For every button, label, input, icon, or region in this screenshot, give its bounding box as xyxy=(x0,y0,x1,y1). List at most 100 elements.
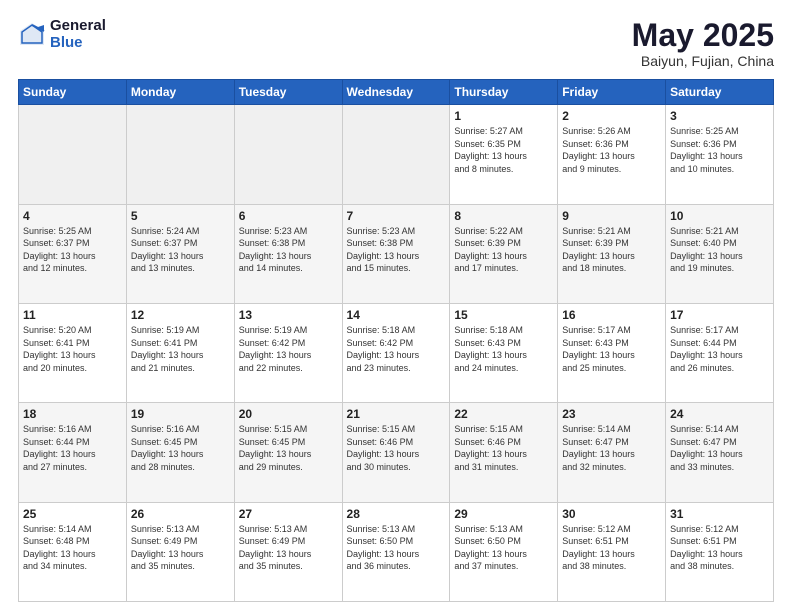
day-info: Sunrise: 5:23 AM Sunset: 6:38 PM Dayligh… xyxy=(239,225,338,275)
table-row: 9 Sunrise: 5:21 AM Sunset: 6:39 PM Daylig… xyxy=(558,204,666,303)
calendar-week-row: 4 Sunrise: 5:25 AM Sunset: 6:37 PM Daylig… xyxy=(19,204,774,303)
day-number: 14 xyxy=(347,308,446,322)
table-row: 19Sunrise: 5:16 AM Sunset: 6:45 PM Dayli… xyxy=(126,403,234,502)
day-info: Sunrise: 5:13 AM Sunset: 6:50 PM Dayligh… xyxy=(347,523,446,573)
day-number: 8 xyxy=(454,209,553,223)
table-row: 25 Sunrise: 5:14 AM Sunset: 6:48 PM Dayli… xyxy=(19,502,127,601)
title-block: May 2025 Baiyun, Fujian, China xyxy=(632,18,774,69)
table-row xyxy=(126,105,234,204)
table-row: 31 Sunrise: 5:12 AM Sunset: 6:51 PM Dayli… xyxy=(666,502,774,601)
table-row: 23Sunrise: 5:14 AM Sunset: 6:47 PM Dayli… xyxy=(558,403,666,502)
day-number: 30 xyxy=(562,507,661,521)
table-row: 3 Sunrise: 5:25 AM Sunset: 6:36 PM Daylig… xyxy=(666,105,774,204)
table-row: 13 Sunrise: 5:19 AM Sunset: 6:42 PM Dayli… xyxy=(234,303,342,402)
day-number: 10 xyxy=(670,209,769,223)
day-number: 1 xyxy=(454,109,553,123)
day-info: Sunrise: 5:20 AM Sunset: 6:41 PM Dayligh… xyxy=(23,324,122,374)
day-number: 11 xyxy=(23,308,122,322)
logo-text: General Blue xyxy=(50,18,106,51)
calendar-week-row: 11 Sunrise: 5:20 AM Sunset: 6:41 PM Dayli… xyxy=(19,303,774,402)
day-info: Sunrise: 5:21 AM Sunset: 6:40 PM Dayligh… xyxy=(670,225,769,275)
header-saturday: Saturday xyxy=(666,80,774,105)
day-info: Sunrise: 5:17 AM Sunset: 6:43 PM Dayligh… xyxy=(562,324,661,374)
table-row: 29Sunrise: 5:13 AM Sunset: 6:50 PM Dayli… xyxy=(450,502,558,601)
day-info: Sunrise: 5:14 AM Sunset: 6:47 PM Dayligh… xyxy=(562,423,661,473)
day-number: 18 xyxy=(23,407,122,421)
header-sunday: Sunday xyxy=(19,80,127,105)
day-number: 16 xyxy=(562,308,661,322)
day-number: 6 xyxy=(239,209,338,223)
day-info: Sunrise: 5:18 AM Sunset: 6:42 PM Dayligh… xyxy=(347,324,446,374)
calendar-week-row: 18 Sunrise: 5:16 AM Sunset: 6:44 PM Dayli… xyxy=(19,403,774,502)
day-number: 5 xyxy=(131,209,230,223)
day-number: 9 xyxy=(562,209,661,223)
table-row xyxy=(234,105,342,204)
day-info: Sunrise: 5:25 AM Sunset: 6:37 PM Dayligh… xyxy=(23,225,122,275)
day-info: Sunrise: 5:13 AM Sunset: 6:50 PM Dayligh… xyxy=(454,523,553,573)
day-number: 7 xyxy=(347,209,446,223)
logo: General Blue xyxy=(18,18,106,51)
table-row: 26Sunrise: 5:13 AM Sunset: 6:49 PM Dayli… xyxy=(126,502,234,601)
day-number: 17 xyxy=(670,308,769,322)
day-number: 19 xyxy=(131,407,230,421)
day-info: Sunrise: 5:14 AM Sunset: 6:47 PM Dayligh… xyxy=(670,423,769,473)
day-info: Sunrise: 5:18 AM Sunset: 6:43 PM Dayligh… xyxy=(454,324,553,374)
day-info: Sunrise: 5:14 AM Sunset: 6:48 PM Dayligh… xyxy=(23,523,122,573)
day-number: 4 xyxy=(23,209,122,223)
day-number: 13 xyxy=(239,308,338,322)
table-row: 6 Sunrise: 5:23 AM Sunset: 6:38 PM Daylig… xyxy=(234,204,342,303)
table-row: 2 Sunrise: 5:26 AM Sunset: 6:36 PM Daylig… xyxy=(558,105,666,204)
table-row: 11 Sunrise: 5:20 AM Sunset: 6:41 PM Dayli… xyxy=(19,303,127,402)
header-friday: Friday xyxy=(558,80,666,105)
day-number: 15 xyxy=(454,308,553,322)
day-info: Sunrise: 5:15 AM Sunset: 6:46 PM Dayligh… xyxy=(347,423,446,473)
day-info: Sunrise: 5:19 AM Sunset: 6:42 PM Dayligh… xyxy=(239,324,338,374)
day-info: Sunrise: 5:13 AM Sunset: 6:49 PM Dayligh… xyxy=(239,523,338,573)
header-monday: Monday xyxy=(126,80,234,105)
logo-icon xyxy=(18,21,46,49)
header-thursday: Thursday xyxy=(450,80,558,105)
table-row: 8Sunrise: 5:22 AM Sunset: 6:39 PM Daylig… xyxy=(450,204,558,303)
table-row: 5 Sunrise: 5:24 AM Sunset: 6:37 PM Daylig… xyxy=(126,204,234,303)
calendar-header-row: Sunday Monday Tuesday Wednesday Thursday… xyxy=(19,80,774,105)
day-number: 12 xyxy=(131,308,230,322)
table-row: 18 Sunrise: 5:16 AM Sunset: 6:44 PM Dayli… xyxy=(19,403,127,502)
table-row: 22 Sunrise: 5:15 AM Sunset: 6:46 PM Dayli… xyxy=(450,403,558,502)
table-row xyxy=(19,105,127,204)
day-number: 25 xyxy=(23,507,122,521)
table-row: 14 Sunrise: 5:18 AM Sunset: 6:42 PM Dayli… xyxy=(342,303,450,402)
day-number: 3 xyxy=(670,109,769,123)
table-row: 28Sunrise: 5:13 AM Sunset: 6:50 PM Dayli… xyxy=(342,502,450,601)
day-info: Sunrise: 5:26 AM Sunset: 6:36 PM Dayligh… xyxy=(562,125,661,175)
page: General Blue May 2025 Baiyun, Fujian, Ch… xyxy=(0,0,792,612)
calendar-week-row: 25 Sunrise: 5:14 AM Sunset: 6:48 PM Dayli… xyxy=(19,502,774,601)
day-info: Sunrise: 5:23 AM Sunset: 6:38 PM Dayligh… xyxy=(347,225,446,275)
table-row: 30Sunrise: 5:12 AM Sunset: 6:51 PM Dayli… xyxy=(558,502,666,601)
calendar-table: Sunday Monday Tuesday Wednesday Thursday… xyxy=(18,79,774,602)
day-info: Sunrise: 5:16 AM Sunset: 6:44 PM Dayligh… xyxy=(23,423,122,473)
day-number: 2 xyxy=(562,109,661,123)
day-number: 22 xyxy=(454,407,553,421)
day-info: Sunrise: 5:21 AM Sunset: 6:39 PM Dayligh… xyxy=(562,225,661,275)
location-subtitle: Baiyun, Fujian, China xyxy=(632,53,774,69)
day-info: Sunrise: 5:15 AM Sunset: 6:45 PM Dayligh… xyxy=(239,423,338,473)
day-info: Sunrise: 5:19 AM Sunset: 6:41 PM Dayligh… xyxy=(131,324,230,374)
logo-blue-text: Blue xyxy=(50,35,106,52)
day-info: Sunrise: 5:25 AM Sunset: 6:36 PM Dayligh… xyxy=(670,125,769,175)
day-info: Sunrise: 5:27 AM Sunset: 6:35 PM Dayligh… xyxy=(454,125,553,175)
day-info: Sunrise: 5:15 AM Sunset: 6:46 PM Dayligh… xyxy=(454,423,553,473)
month-title: May 2025 xyxy=(632,18,774,53)
day-info: Sunrise: 5:12 AM Sunset: 6:51 PM Dayligh… xyxy=(670,523,769,573)
header-wednesday: Wednesday xyxy=(342,80,450,105)
day-number: 31 xyxy=(670,507,769,521)
table-row: 15 Sunrise: 5:18 AM Sunset: 6:43 PM Dayli… xyxy=(450,303,558,402)
table-row: 21 Sunrise: 5:15 AM Sunset: 6:46 PM Dayli… xyxy=(342,403,450,502)
table-row: 12 Sunrise: 5:19 AM Sunset: 6:41 PM Dayli… xyxy=(126,303,234,402)
table-row: 16 Sunrise: 5:17 AM Sunset: 6:43 PM Dayli… xyxy=(558,303,666,402)
day-number: 20 xyxy=(239,407,338,421)
header: General Blue May 2025 Baiyun, Fujian, Ch… xyxy=(18,18,774,69)
day-number: 21 xyxy=(347,407,446,421)
table-row: 7 Sunrise: 5:23 AM Sunset: 6:38 PM Daylig… xyxy=(342,204,450,303)
table-row: 27Sunrise: 5:13 AM Sunset: 6:49 PM Dayli… xyxy=(234,502,342,601)
day-info: Sunrise: 5:24 AM Sunset: 6:37 PM Dayligh… xyxy=(131,225,230,275)
